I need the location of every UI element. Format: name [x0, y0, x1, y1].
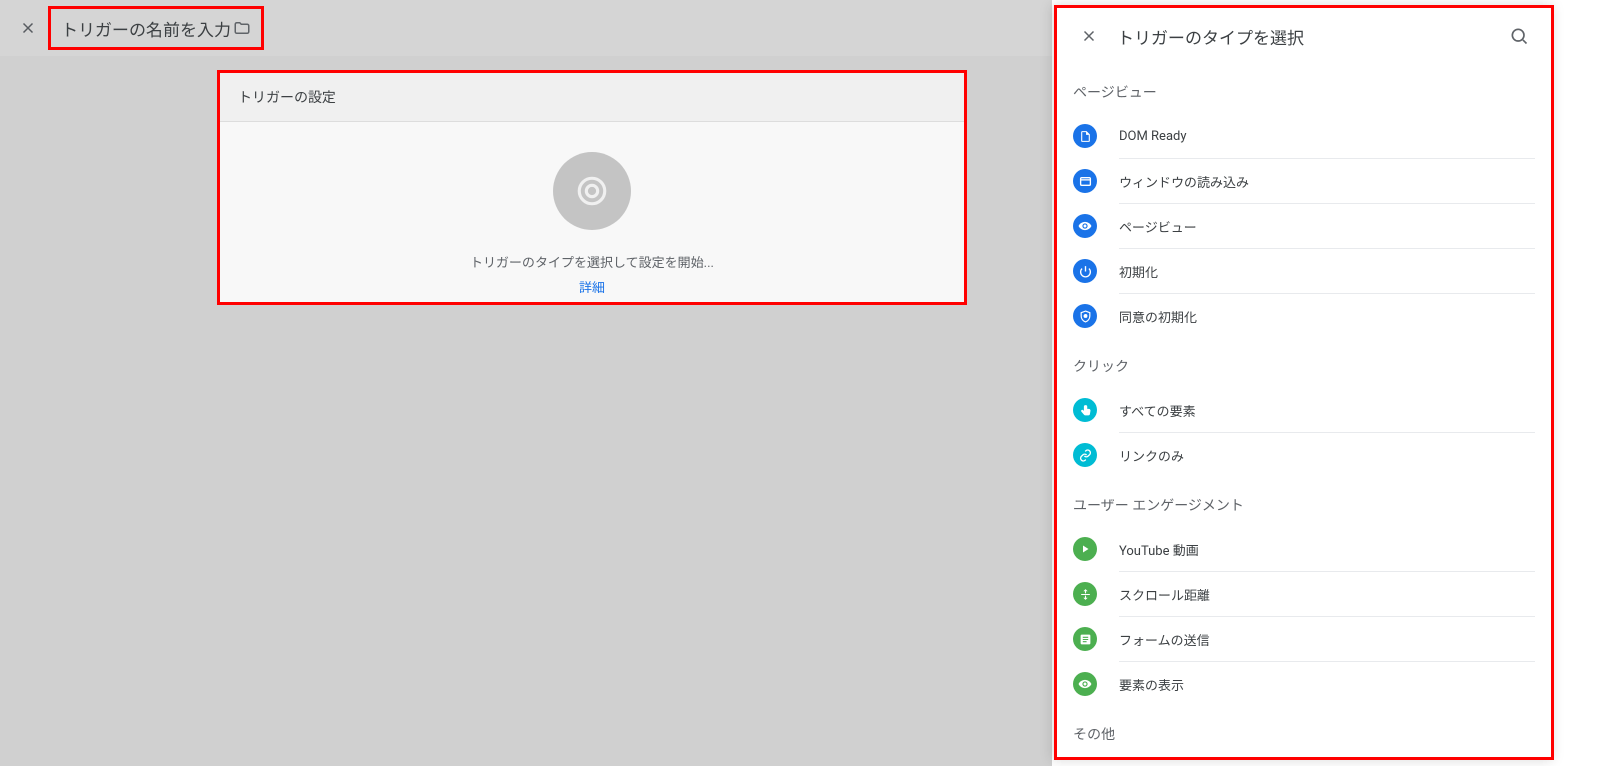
trigger-type-label: フォームの送信 — [1119, 630, 1210, 649]
trigger-type-label: ウィンドウの読み込み — [1119, 172, 1249, 191]
settings-heading: トリガーの設定 — [220, 73, 964, 122]
form-green-icon — [1073, 627, 1097, 651]
detail-link[interactable]: 詳細 — [579, 277, 605, 296]
trigger-type-label: すべての要素 — [1119, 401, 1196, 420]
eye-green-icon — [1073, 672, 1097, 696]
trigger-type-item[interactable]: YouTube 動画 — [1057, 527, 1551, 571]
shield-blue-icon — [1073, 304, 1097, 328]
trigger-type-label: スクロール距離 — [1119, 585, 1210, 604]
trigger-type-label: ページビュー — [1119, 217, 1197, 236]
trigger-name-label: トリガーの名前を入力 — [61, 16, 233, 41]
panel-title: トリガーのタイプを選択 — [1109, 24, 1499, 49]
trigger-settings-panel[interactable]: トリガーの設定 トリガーのタイプを選択して設定を開始... 詳細 — [217, 70, 967, 305]
trigger-type-label: YouTube 動画 — [1119, 540, 1199, 559]
window-blue-icon — [1073, 169, 1097, 193]
category-label: クリック — [1057, 338, 1551, 388]
trigger-type-label: 初期化 — [1119, 262, 1158, 281]
trigger-type-item[interactable]: ウィンドウの読み込み — [1057, 159, 1551, 203]
click-cyan-icon — [1073, 398, 1097, 422]
placeholder-circle-icon — [553, 152, 631, 230]
scroll-green-icon — [1073, 582, 1097, 606]
trigger-type-item[interactable]: フォームの送信 — [1057, 617, 1551, 661]
trigger-type-label: リンクのみ — [1119, 446, 1184, 465]
trigger-type-label: 同意の初期化 — [1119, 307, 1197, 326]
prompt-text: トリガーのタイプを選択して設定を開始... — [470, 252, 714, 271]
trigger-type-panel: トリガーのタイプを選択 ページビューDOM Readyウィンドウの読み込みページ… — [1054, 5, 1554, 760]
search-icon[interactable] — [1499, 16, 1539, 56]
category-label: ページビュー — [1057, 64, 1551, 114]
page-blue-icon — [1073, 124, 1097, 148]
folder-icon[interactable] — [233, 19, 251, 37]
settings-body: トリガーのタイプを選択して設定を開始... 詳細 — [220, 122, 964, 326]
eye-blue-icon — [1073, 214, 1097, 238]
trigger-type-label: 要素の表示 — [1119, 675, 1184, 694]
trigger-type-item[interactable]: ページビュー — [1057, 204, 1551, 248]
panel-header: トリガーのタイプを選択 — [1057, 8, 1551, 64]
category-label: その他 — [1057, 706, 1551, 756]
trigger-type-item[interactable]: すべての要素 — [1057, 388, 1551, 432]
trigger-type-item[interactable]: DOM Ready — [1057, 114, 1551, 158]
play-green-icon — [1073, 537, 1097, 561]
close-icon[interactable] — [1069, 16, 1109, 56]
trigger-type-item[interactable]: リンクのみ — [1057, 433, 1551, 477]
trigger-type-item[interactable]: 要素の表示 — [1057, 662, 1551, 706]
trigger-type-label: DOM Ready — [1119, 129, 1187, 144]
power-blue-icon — [1073, 259, 1097, 283]
trigger-type-item[interactable]: 初期化 — [1057, 249, 1551, 293]
trigger-type-item[interactable]: スクロール距離 — [1057, 572, 1551, 616]
trigger-type-item[interactable]: 同意の初期化 — [1057, 294, 1551, 338]
trigger-name-input[interactable]: トリガーの名前を入力 — [48, 6, 264, 50]
link-cyan-icon — [1073, 443, 1097, 467]
category-label: ユーザー エンゲージメント — [1057, 477, 1551, 527]
close-icon[interactable] — [8, 8, 48, 48]
